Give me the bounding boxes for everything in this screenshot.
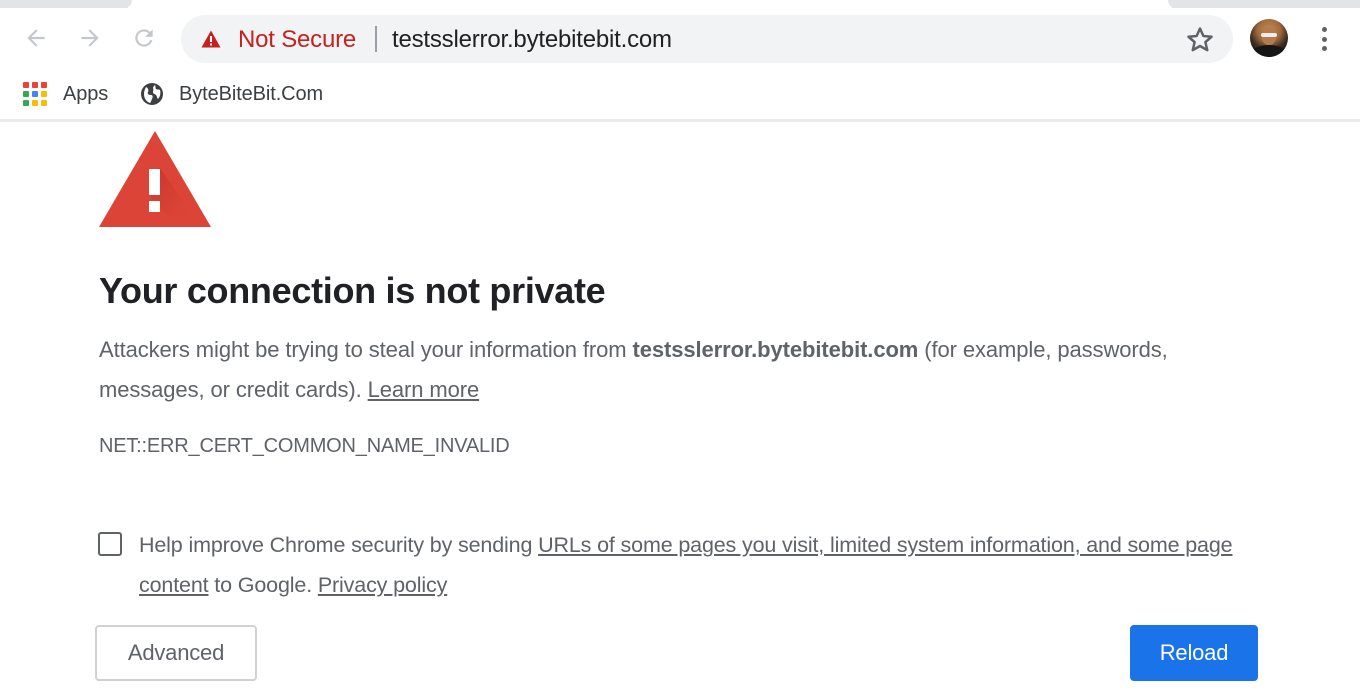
- bookmarks-bar: Apps ByteBiteBit.Com: [0, 70, 1360, 122]
- page-title: Your connection is not private: [99, 270, 606, 311]
- inactive-tab-area-right[interactable]: [1168, 0, 1360, 8]
- vertical-dots-icon[interactable]: [1312, 24, 1336, 54]
- reload-icon: [135, 29, 153, 47]
- arrow-left-icon: [27, 29, 45, 47]
- bookmark-label: Apps: [63, 82, 109, 105]
- bookmark-bytebitebit[interactable]: ByteBiteBit.Com: [140, 80, 323, 108]
- advanced-button[interactable]: Advanced: [95, 625, 257, 681]
- tab-strip: [0, 0, 1360, 8]
- apps-grid-icon: [23, 82, 47, 106]
- address-bar[interactable]: Not Secure testsslerror.bytebitebit.com: [181, 15, 1233, 63]
- url-text[interactable]: testsslerror.bytebitebit.com: [392, 26, 672, 54]
- omnibox-separator: [375, 26, 377, 52]
- explanation-text: Attackers might be trying to steal your …: [99, 337, 1168, 402]
- active-tab[interactable]: [128, 0, 1172, 8]
- privacy-policy-link[interactable]: Privacy policy: [318, 573, 447, 597]
- forward-button[interactable]: [74, 22, 106, 54]
- optin-text: Help improve Chrome security by sending …: [139, 533, 1233, 597]
- error-code: NET::ERR_CERT_COMMON_NAME_INVALID: [99, 435, 510, 457]
- optin-checkbox[interactable]: [98, 532, 122, 556]
- learn-more-link[interactable]: Learn more: [368, 377, 480, 402]
- bookmark-apps[interactable]: Apps: [23, 80, 108, 108]
- not-secure-label[interactable]: Not Secure: [238, 26, 356, 54]
- reload-button[interactable]: Reload: [1130, 625, 1258, 681]
- browser-toolbar: Not Secure testsslerror.bytebitebit.com: [0, 8, 1360, 70]
- star-icon[interactable]: [1185, 25, 1215, 55]
- inactive-tab-area-left[interactable]: [0, 0, 132, 8]
- arrow-right-icon: [81, 29, 99, 47]
- warning-triangle-icon: [99, 131, 211, 227]
- globe-icon: [141, 83, 163, 105]
- bookmark-label: ByteBiteBit.Com: [179, 82, 324, 105]
- warning-triangle-icon[interactable]: [201, 30, 221, 48]
- back-button[interactable]: [20, 22, 52, 54]
- profile-avatar[interactable]: [1250, 19, 1288, 57]
- host-name: testsslerror.bytebitebit.com: [632, 337, 919, 362]
- reload-page-button[interactable]: [128, 22, 160, 54]
